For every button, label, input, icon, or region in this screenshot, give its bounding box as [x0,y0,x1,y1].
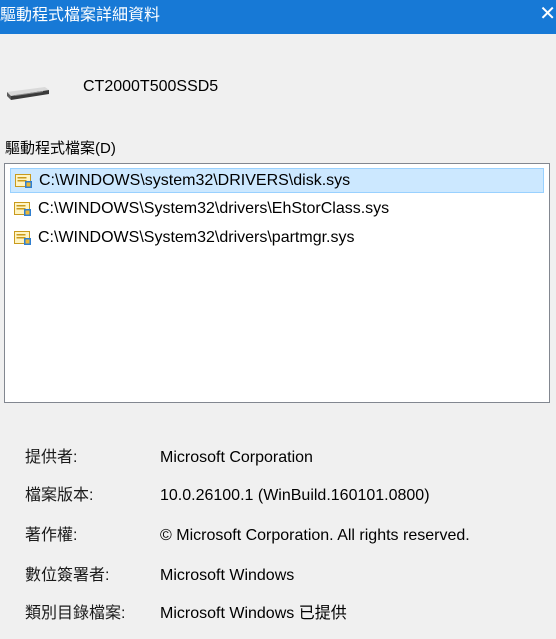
file-version-row: 檔案版本: 10.0.26100.1 (WinBuild.160101.0800… [0,484,556,508]
drive-icon [7,87,49,100]
window-title: 驅動程式檔案詳細資料 [0,7,161,24]
file-version-label: 檔案版本: [25,487,94,504]
driver-file-path: C:\WINDOWS\System32\drivers\EhStorClass.… [38,200,390,217]
driver-file-item[interactable]: C:\WINDOWS\System32\drivers\partmgr.sys [10,226,544,251]
catalog-file-value: Microsoft Windows 已提供 [160,605,347,622]
digital-signer-label: 數位簽署者: [25,567,110,584]
provider-label: 提供者: [25,449,78,466]
provider-value: Microsoft Corporation [160,449,313,466]
signed-file-icon [14,231,31,245]
catalog-file-label: 類別目錄檔案: [25,605,126,622]
driver-file-item[interactable]: C:\WINDOWS\system32\DRIVERS\disk.sys [10,168,544,193]
driver-file-path: C:\WINDOWS\system32\DRIVERS\disk.sys [39,172,351,189]
close-icon[interactable]: ✕ [536,0,556,31]
title-bar[interactable]: 驅動程式檔案詳細資料 ✕ [0,0,556,34]
device-header: CT2000T500SSD5 [0,70,556,110]
signed-file-icon [15,174,32,188]
file-version-value: 10.0.26100.1 (WinBuild.160101.0800) [160,487,430,504]
driver-files-list[interactable]: C:\WINDOWS\system32\DRIVERS\disk.sys C:\… [4,163,550,403]
signed-file-icon [14,202,31,216]
copyright-row: 著作權: © Microsoft Corporation. All rights… [0,524,556,548]
driver-files-label: 驅動程式檔案(D) [5,140,116,157]
driver-file-item[interactable]: C:\WINDOWS\System32\drivers\EhStorClass.… [10,197,544,222]
provider-row: 提供者: Microsoft Corporation [0,446,556,470]
digital-signer-row: 數位簽署者: Microsoft Windows [0,564,556,588]
driver-file-details-dialog: 驅動程式檔案詳細資料 ✕ CT2000T500SSD5 驅動程式檔案(D) C:… [0,0,556,639]
catalog-file-row: 類別目錄檔案: Microsoft Windows 已提供 [0,602,556,626]
device-name: CT2000T500SSD5 [83,78,219,95]
digital-signer-value: Microsoft Windows [160,567,295,584]
copyright-value: © Microsoft Corporation. All rights rese… [160,527,470,544]
driver-file-path: C:\WINDOWS\System32\drivers\partmgr.sys [38,229,355,246]
copyright-label: 著作權: [25,527,78,544]
